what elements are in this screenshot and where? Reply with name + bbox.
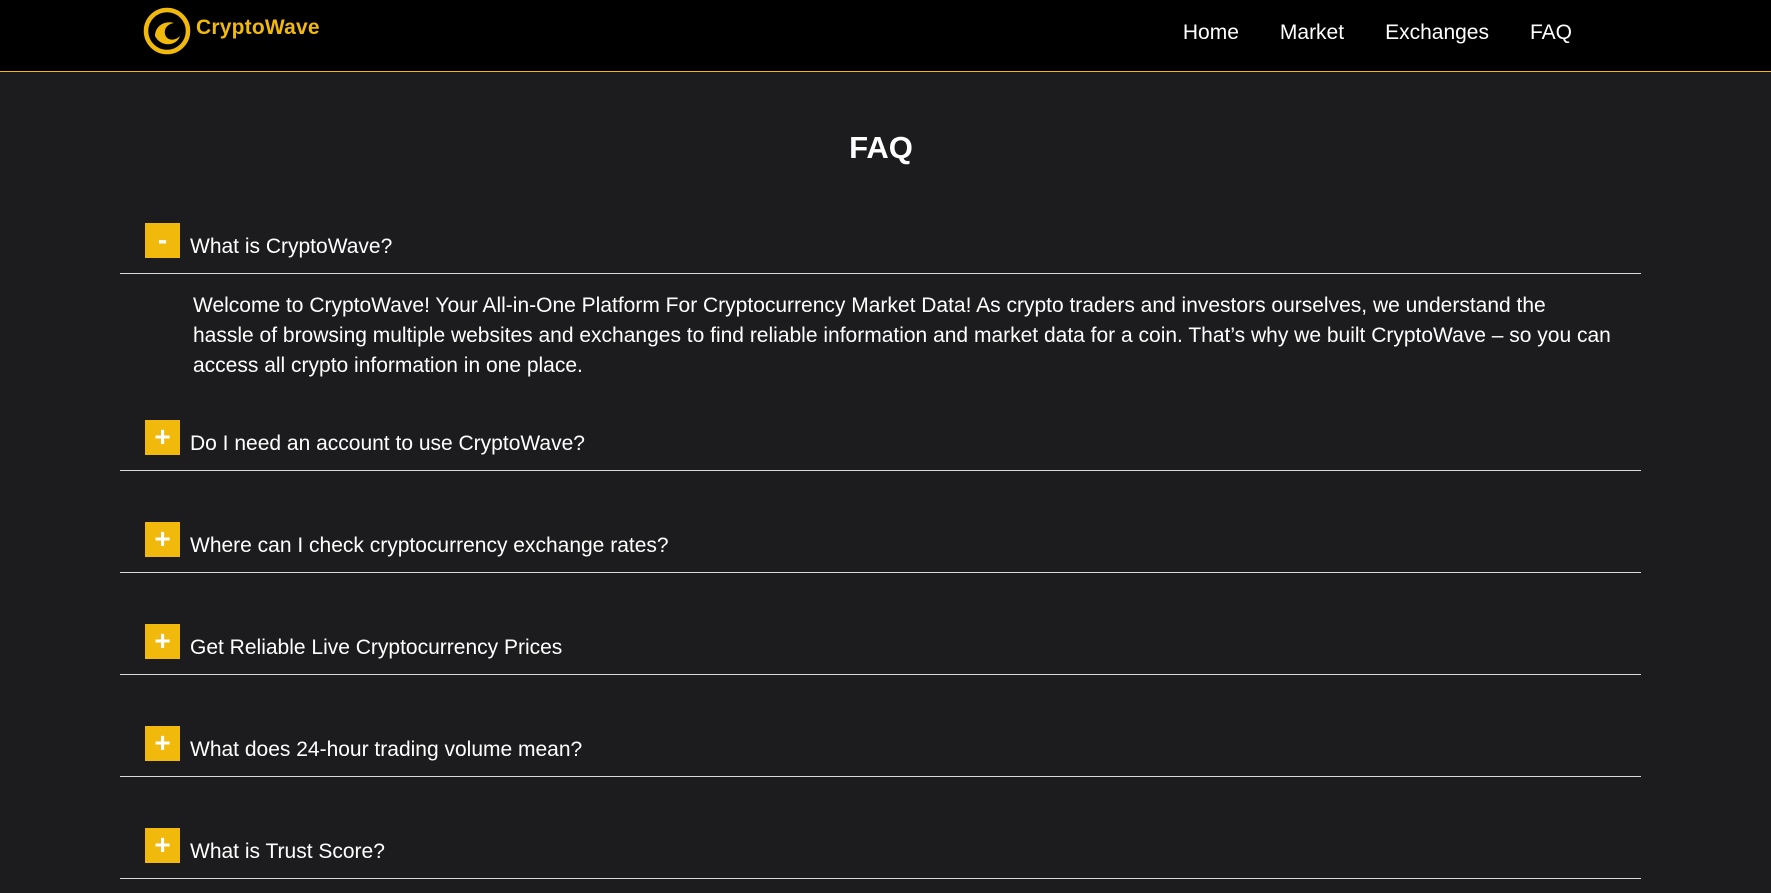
nav-exchanges-link[interactable]: Exchanges <box>1385 21 1489 45</box>
brand-name: CryptoWave <box>196 16 320 39</box>
top-navbar: CryptoWave Home Market Exchanges FAQ <box>0 0 1771 72</box>
faq-item: + Do I need an account to use CryptoWave… <box>120 419 1641 521</box>
page-title: FAQ <box>849 130 913 165</box>
faq-list: - What is CryptoWave? Welcome to CryptoW… <box>120 222 1641 879</box>
nav-home-link[interactable]: Home <box>1183 21 1239 45</box>
expand-toggle-icon[interactable]: + <box>145 726 180 761</box>
expand-toggle-icon[interactable]: + <box>145 828 180 863</box>
faq-question-exchange-rates[interactable]: + Where can I check cryptocurrency excha… <box>120 521 1641 573</box>
faq-question-trading-volume[interactable]: + What does 24-hour trading volume mean? <box>120 725 1641 777</box>
faq-question-text: Where can I check cryptocurrency exchang… <box>190 534 669 557</box>
faq-question-text: What does 24-hour trading volume mean? <box>190 738 583 761</box>
faq-item: + Where can I check cryptocurrency excha… <box>120 521 1641 623</box>
expand-toggle-icon[interactable]: + <box>145 522 180 557</box>
faq-item: + What does 24-hour trading volume mean? <box>120 725 1641 827</box>
collapse-toggle-icon[interactable]: - <box>145 223 180 258</box>
faq-question-trust-score[interactable]: + What is Trust Score? <box>120 827 1641 879</box>
faq-question-account-needed[interactable]: + Do I need an account to use CryptoWave… <box>120 419 1641 471</box>
expand-toggle-icon[interactable]: + <box>145 624 180 659</box>
faq-question-what-is-cryptowave[interactable]: - What is CryptoWave? <box>120 222 1641 274</box>
brand-logo-link[interactable]: CryptoWave <box>143 6 320 56</box>
faq-item: + Get Reliable Live Cryptocurrency Price… <box>120 623 1641 725</box>
faq-item: - What is CryptoWave? Welcome to CryptoW… <box>120 222 1641 419</box>
nav-faq-link[interactable]: FAQ <box>1530 21 1572 45</box>
faq-question-text: What is CryptoWave? <box>190 235 393 258</box>
faq-answer-text: Welcome to CryptoWave! Your All-in-One P… <box>193 294 1611 377</box>
faq-question-text: What is Trust Score? <box>190 840 385 863</box>
nav-market-link[interactable]: Market <box>1280 21 1344 45</box>
main-nav: Home Market Exchanges FAQ <box>1183 0 1572 66</box>
faq-question-live-prices[interactable]: + Get Reliable Live Cryptocurrency Price… <box>120 623 1641 675</box>
expand-toggle-icon[interactable]: + <box>145 420 180 455</box>
faq-question-text: Get Reliable Live Cryptocurrency Prices <box>190 636 563 659</box>
faq-question-text: Do I need an account to use CryptoWave? <box>190 432 585 455</box>
faq-item: + What is Trust Score? <box>120 827 1641 879</box>
wave-logo-icon <box>143 7 191 55</box>
